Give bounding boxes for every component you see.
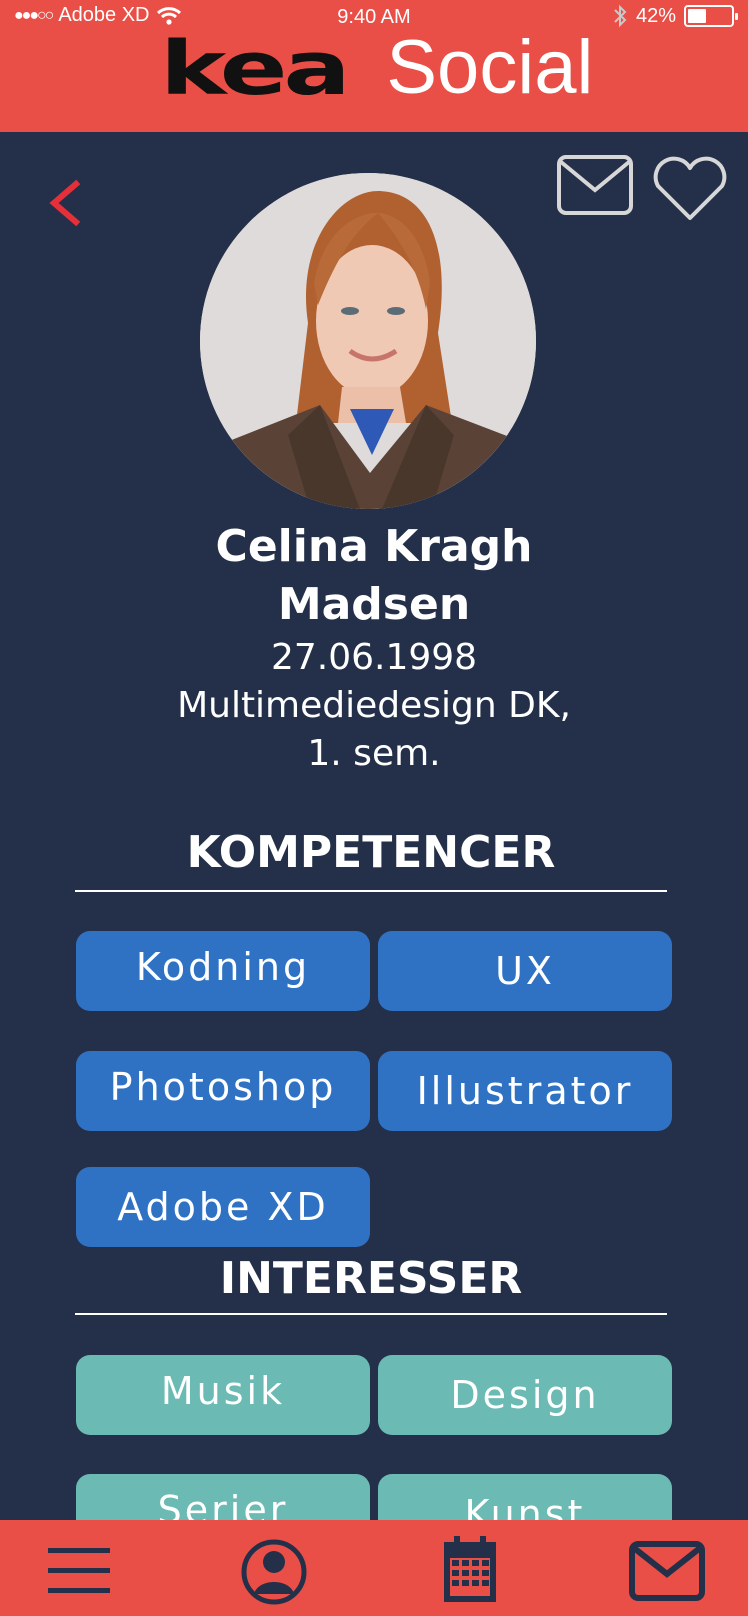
competences-title: KOMPETENCER bbox=[186, 827, 556, 878]
user-icon[interactable] bbox=[240, 1520, 308, 1616]
interests-divider bbox=[75, 1313, 667, 1315]
profile-semester: 1. sem. bbox=[307, 733, 441, 774]
battery-percent: 42% bbox=[635, 4, 676, 27]
profile-program: Multimediedesign DK, bbox=[177, 685, 571, 726]
calendar-icon[interactable] bbox=[440, 1520, 500, 1616]
competence-chip[interactable]: Adobe XD bbox=[76, 1167, 370, 1247]
chevron-left-icon[interactable] bbox=[44, 178, 84, 228]
competence-chip[interactable]: Illustrator bbox=[378, 1051, 672, 1131]
competence-chip[interactable]: Photoshop bbox=[76, 1051, 370, 1131]
mail-icon[interactable] bbox=[556, 154, 634, 216]
profile-details: 27.06.1998 Multimediedesign DK, 1. sem. bbox=[0, 634, 748, 778]
competence-chip[interactable]: UX bbox=[378, 931, 672, 1011]
app-header: ●●●○○ Adobe XD 9:40 AM 42% kea Social bbox=[0, 0, 748, 132]
profile-name-line1: Celina Kragh bbox=[215, 521, 533, 572]
brand-logo: kea Social bbox=[160, 25, 594, 112]
interests-title: INTERESSER bbox=[219, 1253, 523, 1304]
avatar bbox=[200, 173, 536, 509]
profile-name: Celina Kragh Madsen bbox=[0, 518, 748, 634]
app-title: Social bbox=[386, 25, 594, 110]
logo-kea: kea bbox=[160, 26, 351, 112]
menu-icon[interactable] bbox=[46, 1520, 112, 1616]
heart-icon[interactable] bbox=[650, 156, 730, 222]
competences-divider bbox=[75, 890, 667, 892]
competence-chip[interactable]: Kodning bbox=[76, 931, 370, 1011]
interest-chip[interactable]: Design bbox=[378, 1355, 672, 1435]
battery-icon bbox=[684, 5, 738, 27]
status-right: 42% bbox=[612, 4, 738, 28]
profile-name-line2: Madsen bbox=[277, 579, 471, 630]
mail-icon[interactable] bbox=[628, 1520, 706, 1616]
bluetooth-icon bbox=[614, 4, 627, 28]
bottom-nav bbox=[0, 1520, 748, 1616]
profile-birthdate: 27.06.1998 bbox=[270, 637, 478, 678]
interest-chip[interactable]: Musik bbox=[76, 1355, 370, 1435]
